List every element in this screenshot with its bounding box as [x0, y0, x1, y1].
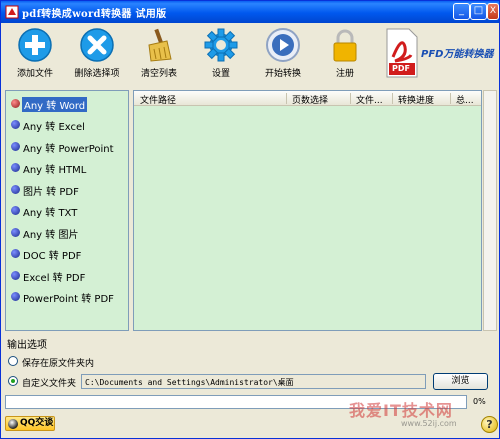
add-file-button[interactable]: 添加文件 [7, 27, 63, 85]
brand-logo: PDF PFD万能转换器 [381, 25, 497, 85]
conversion-label: DOC 转 PDF [23, 251, 82, 262]
bullet-icon [11, 185, 20, 194]
bullet-icon [11, 292, 20, 301]
output-path-field[interactable]: C:\Documents and Settings\Administrator\… [81, 374, 426, 389]
delete-selected-button[interactable]: 删除选择项 [69, 27, 125, 85]
conversion-any-to-html[interactable]: Any 转 HTML [9, 159, 125, 176]
conversion-label: PowerPoint 转 PDF [23, 294, 114, 305]
maximize-button[interactable]: □ [470, 3, 487, 20]
conversion-any-to-excel[interactable]: Any 转 Excel [9, 116, 125, 133]
bullet-icon [11, 228, 20, 237]
pdf-badge: PDF [392, 64, 410, 73]
play-icon [266, 28, 300, 62]
conversion-label: Any 转 Word [22, 97, 88, 112]
column-divider[interactable] [392, 93, 393, 104]
file-list-table[interactable]: 文件路径 页数选择 文件... 转换进度 总... [133, 90, 482, 331]
app-logo-icon [5, 5, 19, 19]
column-file-size[interactable]: 文件... [356, 93, 392, 106]
conversion-label: Excel 转 PDF [23, 273, 86, 284]
settings-label: 设置 [211, 69, 230, 79]
save-original-folder-radio[interactable] [8, 356, 18, 366]
conversion-powerpoint-to-pdf[interactable]: PowerPoint 转 PDF [9, 288, 125, 305]
bullet-icon [11, 271, 20, 280]
bullet-icon [11, 99, 20, 108]
column-divider[interactable] [350, 93, 351, 104]
save-original-folder-label[interactable]: 保存在原文件夹内 [22, 356, 94, 369]
column-page-select[interactable]: 页数选择 [292, 93, 348, 106]
plus-circle-icon [18, 28, 52, 62]
close-button[interactable]: X [487, 3, 499, 20]
conversion-excel-to-pdf[interactable]: Excel 转 PDF [9, 267, 125, 284]
delete-selected-label: 删除选择项 [74, 69, 120, 79]
minimize-button[interactable]: _ [453, 3, 470, 20]
custom-folder-label[interactable]: 自定义文件夹 [22, 376, 76, 389]
start-convert-label: 开始转换 [264, 69, 301, 79]
bullet-icon [11, 163, 20, 172]
conversion-doc-to-pdf[interactable]: DOC 转 PDF [9, 245, 125, 262]
status-bar: QQ交谈 ? [1, 413, 499, 438]
bullet-icon [11, 120, 20, 129]
conversion-label: 图片 转 PDF [23, 187, 79, 198]
lock-icon [333, 29, 357, 62]
bullet-icon [11, 249, 20, 258]
conversion-any-to-word[interactable]: Any 转 Word [9, 95, 125, 112]
column-total[interactable]: 总... [456, 93, 480, 106]
title-bar[interactable]: pdf转换成word转换器 试用版 _ □ X [1, 1, 499, 23]
conversion-label: Any 转 TXT [23, 208, 78, 219]
help-icon[interactable]: ? [481, 416, 498, 433]
x-circle-icon [80, 28, 114, 62]
bullet-icon [11, 142, 20, 151]
output-options-title: 输出选项 [7, 340, 47, 351]
table-header: 文件路径 页数选择 文件... 转换进度 总... [134, 91, 481, 106]
clear-list-button[interactable]: 清空列表 [131, 27, 187, 85]
register-label: 注册 [335, 69, 354, 79]
conversion-type-list: Any 转 Word Any 转 Excel Any 转 PowerPoint … [5, 90, 129, 331]
custom-folder-radio[interactable] [8, 376, 18, 386]
output-options: 输出选项 保存在原文件夹内 自定义文件夹 C:\Documents and Se… [5, 336, 497, 392]
column-divider[interactable] [286, 93, 287, 104]
toolbar: 添加文件 删除选择项 清空列表 设置 开始转换 注册 PDF PFD万能转换器 [1, 23, 499, 87]
clear-list-label: 清空列表 [140, 69, 177, 79]
register-button[interactable]: 注册 [317, 27, 373, 85]
qq-chat-button[interactable]: QQ交谈 [5, 416, 55, 431]
conversion-label: Any 转 图片 [23, 230, 79, 241]
browse-button[interactable]: 浏览 [433, 373, 488, 390]
gear-icon [204, 28, 238, 62]
conversion-any-to-txt[interactable]: Any 转 TXT [9, 202, 125, 219]
conversion-any-to-powerpoint[interactable]: Any 转 PowerPoint [9, 138, 125, 155]
conversion-any-to-image[interactable]: Any 转 图片 [9, 224, 125, 241]
conversion-label: Any 转 PowerPoint [23, 144, 114, 155]
qq-icon [8, 419, 18, 429]
start-convert-button[interactable]: 开始转换 [255, 27, 311, 85]
conversion-label: Any 转 Excel [23, 122, 85, 133]
conversion-image-to-pdf[interactable]: 图片 转 PDF [9, 181, 125, 198]
bullet-icon [11, 206, 20, 215]
brand-text: PFD万能转换器 [421, 49, 494, 60]
conversion-label: Any 转 HTML [23, 165, 87, 176]
window-title: pdf转换成word转换器 试用版 [22, 9, 167, 20]
add-file-label: 添加文件 [16, 69, 53, 79]
qq-chat-label: QQ交谈 [20, 418, 54, 428]
table-scrollbar[interactable] [483, 90, 497, 331]
column-progress[interactable]: 转换进度 [398, 93, 450, 106]
column-divider[interactable] [450, 93, 451, 104]
column-file-path[interactable]: 文件路径 [140, 93, 280, 106]
app-window: pdf转换成word转换器 试用版 _ □ X 添加文件 删除选择项 清空列表 … [0, 0, 500, 439]
settings-button[interactable]: 设置 [193, 27, 249, 85]
broom-icon [148, 28, 172, 62]
